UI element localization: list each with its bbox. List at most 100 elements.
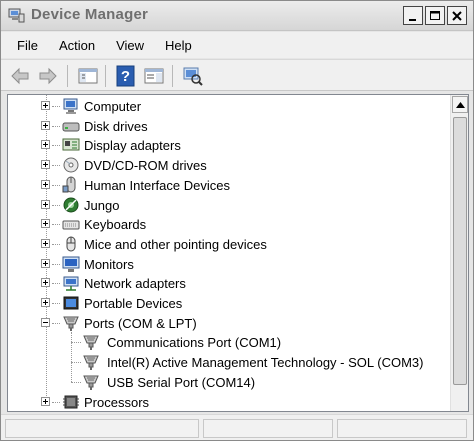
console-tree-icon [78,68,98,84]
tree-node-label: Keyboards [84,217,147,233]
port-icon [82,373,100,391]
menu-action[interactable]: Action [51,38,103,53]
port-icon [82,353,100,371]
toolbar-separator [172,65,173,87]
expand-toggle[interactable] [41,278,50,288]
properties-icon [144,68,164,84]
expand-toggle[interactable] [41,298,50,307]
scroll-up-button[interactable] [452,96,468,113]
expand-toggle[interactable] [41,101,50,110]
back-arrow-icon [11,67,29,85]
scroll-up-arrow-icon [455,101,465,108]
tree-node-label: Jungo [84,197,120,213]
expand-toggle[interactable] [41,219,50,229]
tree-node-label: Portable Devices [84,296,183,311]
monitor-icon [62,255,80,273]
device-tree-view[interactable]: Computer Disk drives Display adapters DVD/C… [7,94,469,412]
menu-bar: File Action View Help [1,32,473,58]
tree-connector [52,283,60,285]
expand-toggle[interactable] [41,160,50,170]
tree-connector [71,342,81,344]
vertical-scrollbar[interactable] [450,95,468,411]
tree-connector [71,331,72,382]
tree-connector [52,303,60,304]
expand-toggle[interactable] [41,238,50,248]
computer-icon [62,97,80,115]
help-button[interactable]: ? [115,65,137,87]
tree-connector [52,263,60,265]
scan-hardware-icon [183,67,203,86]
scan-hardware-button[interactable] [182,65,204,87]
display-adapter-icon [62,136,80,154]
minimize-button[interactable] [403,6,423,25]
tree-node-label: Monitors [84,256,134,272]
minimize-icon [409,18,416,21]
tree-node-label: Network adapters [84,276,186,292]
tree-connector [71,381,81,383]
expand-toggle[interactable] [41,199,50,209]
tree-connector [52,125,60,127]
network-adapter-icon [62,274,80,292]
tree-connector [52,106,60,107]
menu-help[interactable]: Help [157,38,200,53]
menu-file[interactable]: File [9,38,46,53]
tree-connector [52,243,60,245]
port-icon [82,333,100,351]
mouse-icon [62,235,80,253]
menu-view[interactable]: View [108,38,152,53]
tree-connector [52,165,60,167]
tree-child-label: Intel(R) Active Management Technology - … [107,355,424,371]
status-bar [1,414,473,440]
tree-connector [52,145,60,147]
tree-connector [71,362,81,364]
expand-toggle[interactable] [41,140,50,150]
tree-node-label: Display adapters [84,138,181,154]
tree-connector [52,184,60,186]
device-tree: Computer Disk drives Display adapters DVD/C… [8,95,448,411]
collapse-toggle[interactable] [41,317,50,327]
expand-toggle[interactable] [41,179,50,189]
tree-child-label: Communications Port (COM1) [107,335,282,351]
maximize-icon [430,10,440,20]
svg-text:?: ? [121,68,130,85]
tree-connector [52,322,60,324]
expand-toggle[interactable] [41,396,50,406]
expand-toggle[interactable] [41,120,50,130]
tree-node-label: Processors [84,394,150,410]
maximize-button[interactable] [425,6,445,25]
tree-node-label: Disk drives [84,118,148,134]
back-button[interactable] [9,65,31,87]
tree-node-label: Ports (COM & LPT) [84,315,197,331]
tree-child-label: USB Serial Port (COM14) [107,374,256,390]
tree-connector [52,224,60,226]
close-icon [452,10,462,21]
status-pane-1 [5,419,199,438]
properties-button[interactable] [143,65,165,87]
hid-icon [62,176,80,194]
toolbar: ? [1,59,473,91]
jungo-icon [62,196,80,214]
device-manager-window: Device Manager File Action View Help ? C… [0,0,474,441]
title-bar[interactable]: Device Manager [1,1,473,31]
expand-toggle[interactable] [41,258,50,268]
tree-node-label: Mice and other pointing devices [84,236,267,252]
show-hide-console-tree-button[interactable] [77,65,99,87]
forward-button[interactable] [37,65,59,87]
processor-icon [62,393,80,411]
device-manager-icon [8,8,25,23]
toolbar-separator [105,65,106,87]
close-button[interactable] [447,6,467,25]
window-title: Device Manager [31,6,149,23]
toolbar-separator [67,65,68,87]
tree-node-label: DVD/CD-ROM drives [84,158,207,174]
status-pane-2 [203,419,333,438]
disk-drive-icon [62,117,80,135]
port-icon [62,314,80,332]
tree-connector [52,204,60,206]
dvd-drive-icon [62,156,80,174]
tree-node-label: Computer [84,99,142,114]
tree-connector [52,401,60,403]
scrollbar-thumb[interactable] [453,117,467,385]
tree-node-label: Human Interface Devices [84,177,230,193]
status-pane-3 [337,419,467,438]
